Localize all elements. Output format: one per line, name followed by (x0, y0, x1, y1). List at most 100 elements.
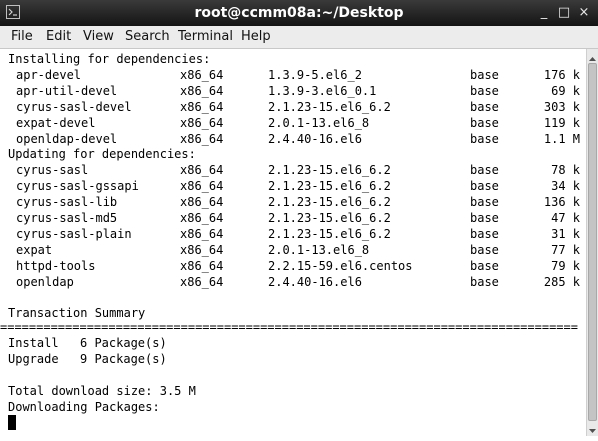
package-version: 2.1.23-15.el6_6.2 (268, 227, 391, 241)
window-title: root@ccmm08a:~/Desktop (194, 5, 404, 21)
package-repo: base (470, 68, 499, 82)
package-repo: base (470, 163, 499, 177)
vertical-scrollbar[interactable] (586, 49, 598, 436)
package-arch: x86_64 (180, 100, 224, 114)
package-version: 1.3.9-5.el6_2 (268, 68, 362, 82)
menu-help[interactable]: Help (241, 26, 271, 48)
install-header: Installing for dependencies: (8, 52, 211, 66)
package-size: 47 k (551, 211, 580, 225)
package-row: cyrus-sasl-lib x86_64 2.1.23-15.el6_6.2 bas… (0, 195, 586, 210)
package-size: 77 k (551, 243, 580, 257)
package-repo: base (470, 84, 499, 98)
scroll-up-arrow-icon[interactable] (587, 50, 598, 62)
maximize-button[interactable]: □ (556, 0, 572, 26)
package-name: apr-util-devel (16, 84, 118, 98)
package-row: cyrus-sasl-devel x86_64 2.1.23-15.el6_6.2 b… (0, 100, 586, 115)
package-name: cyrus-sasl-devel (16, 100, 132, 114)
package-repo: base (470, 275, 499, 289)
package-repo: base (470, 227, 499, 241)
summary-count: 9 Package(s) (80, 352, 167, 366)
package-arch: x86_64 (180, 275, 224, 289)
package-row: apr-devel x86_64 1.3.9-5.el6_2 base 176 k (0, 68, 586, 83)
package-arch: x86_64 (180, 84, 224, 98)
package-row: cyrus-sasl x86_64 2.1.23-15.el6_6.2 base 78 … (0, 163, 586, 178)
package-row: openldap x86_64 2.4.40-16.el6 base 285 k (0, 275, 586, 290)
package-repo: base (470, 211, 499, 225)
scroll-down-arrow-icon[interactable] (587, 422, 598, 434)
package-row: cyrus-sasl-plain x86_64 2.1.23-15.el6_6.2 b… (0, 227, 586, 242)
package-arch: x86_64 (180, 163, 224, 177)
package-arch: x86_64 (180, 227, 224, 241)
package-size: 119 k (543, 116, 580, 130)
package-row: expat-devel x86_64 2.0.1-13.el6_8 base 119 k (0, 116, 586, 131)
package-version: 2.4.40-16.el6 (268, 132, 362, 146)
package-arch: x86_64 (180, 116, 224, 130)
package-row: cyrus-sasl-gssapi x86_64 2.1.23-15.el6_6.2… (0, 179, 586, 194)
package-version: 2.1.23-15.el6_6.2 (268, 179, 391, 193)
package-version: 2.1.23-15.el6_6.2 (268, 163, 391, 177)
terminal-output[interactable]: Installing for dependencies: apr-devel x8… (0, 49, 586, 436)
package-name: cyrus-sasl-md5 (16, 211, 118, 225)
package-size: 31 k (551, 227, 580, 241)
package-name: cyrus-sasl-gssapi (16, 179, 139, 193)
package-name: apr-devel (16, 68, 82, 82)
menu-terminal[interactable]: Terminal (178, 26, 233, 48)
package-size: 285 k (543, 275, 580, 289)
package-size: 1.1 M (543, 132, 580, 146)
package-arch: x86_64 (180, 195, 224, 209)
summary-label: Install (8, 336, 59, 350)
package-arch: x86_64 (180, 179, 224, 193)
menu-bar: File Edit View Search Terminal Help (0, 26, 598, 49)
summary-separator: ========================================… (0, 320, 578, 334)
terminal-window: root@ccmm08a:~/Desktop _ □ × File Edit V… (0, 0, 598, 436)
package-row: expat x86_64 2.0.1-13.el6_8 base 77 k (0, 243, 586, 258)
package-arch: x86_64 (180, 243, 224, 257)
package-row: openldap-devel x86_64 2.4.40-16.el6 base 1.1… (0, 132, 586, 147)
package-arch: x86_64 (180, 68, 224, 82)
package-name: cyrus-sasl (16, 163, 89, 177)
package-size: 176 k (543, 68, 580, 82)
package-name: cyrus-sasl-lib (16, 195, 118, 209)
package-row: cyrus-sasl-md5 x86_64 2.1.23-15.el6_6.2 bas… (0, 211, 586, 226)
package-version: 2.1.23-15.el6_6.2 (268, 211, 391, 225)
minimize-button[interactable]: _ (536, 0, 552, 26)
package-size: 136 k (543, 195, 580, 209)
package-repo: base (470, 132, 499, 146)
package-size: 78 k (551, 163, 580, 177)
package-repo: base (470, 243, 499, 257)
package-arch: x86_64 (180, 259, 224, 273)
package-repo: base (470, 195, 499, 209)
package-repo: base (470, 259, 499, 273)
summary-label: Upgrade (8, 352, 59, 366)
menu-edit[interactable]: Edit (46, 26, 71, 48)
package-repo: base (470, 179, 499, 193)
package-name: expat (16, 243, 53, 257)
package-row: httpd-tools x86_64 2.2.15-59.el6.centos bas… (0, 259, 586, 274)
package-name: httpd-tools (16, 259, 96, 273)
text-cursor (8, 415, 16, 430)
menu-file[interactable]: File (11, 26, 33, 48)
package-name: cyrus-sasl-plain (16, 227, 132, 241)
summary-count: 6 Package(s) (80, 336, 167, 350)
package-name: expat-devel (16, 116, 96, 130)
title-bar[interactable]: root@ccmm08a:~/Desktop _ □ × (0, 0, 598, 26)
package-version: 2.2.15-59.el6.centos (268, 259, 413, 273)
package-name: openldap (16, 275, 74, 289)
package-size: 79 k (551, 259, 580, 273)
menu-view[interactable]: View (83, 26, 114, 48)
scrollbar-thumb[interactable] (588, 63, 597, 421)
package-row: apr-util-devel x86_64 1.3.9-3.el6_0.1 base 6… (0, 84, 586, 99)
summary-row: Upgrade 9 Package(s) (0, 352, 300, 367)
package-size: 34 k (551, 179, 580, 193)
package-arch: x86_64 (180, 211, 224, 225)
total-download-size: Total download size: 3.5 M (8, 384, 196, 398)
package-version: 2.0.1-13.el6_8 (268, 116, 370, 130)
package-version: 2.4.40-16.el6 (268, 275, 362, 289)
summary-row: Install 6 Package(s) (0, 336, 300, 351)
summary-title: Transaction Summary (8, 306, 146, 320)
package-repo: base (470, 116, 499, 130)
package-version: 2.0.1-13.el6_8 (268, 243, 370, 257)
close-button[interactable]: × (576, 0, 592, 26)
menu-search[interactable]: Search (125, 26, 170, 48)
update-header: Updating for dependencies: (8, 147, 196, 161)
